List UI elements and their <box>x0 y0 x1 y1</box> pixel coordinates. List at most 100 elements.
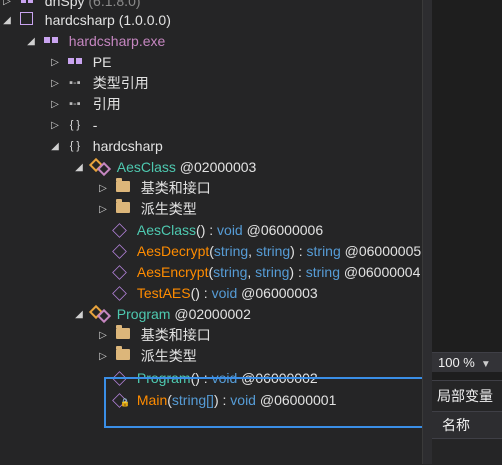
module-icon <box>42 33 60 49</box>
tree-item-label: 引用 <box>92 95 121 112</box>
expanded-arrow-icon[interactable]: ◢ <box>0 10 14 31</box>
collapsed-arrow-icon[interactable]: ▷ <box>48 52 62 73</box>
tree-item-hardcsharp-assembly[interactable]: ◢ hardcsharp (1.0.0.0) <box>0 9 171 30</box>
tree-item-label: 派生类型 <box>140 200 197 217</box>
tree-item-method-program-ctor[interactable]: Program() : void @06000002 <box>110 367 318 388</box>
tree-item-version: (1.0.0.0) <box>114 11 171 28</box>
method-return: void <box>217 221 243 238</box>
collapsed-arrow-icon[interactable]: ▷ <box>48 115 62 136</box>
tree-item-namespace-empty[interactable]: ▷ { } - <box>48 114 97 135</box>
method-return: void <box>211 369 238 386</box>
method-return: void <box>211 284 238 301</box>
collapsed-arrow-icon[interactable]: ▷ <box>96 346 110 367</box>
method-token: @06000004 <box>339 263 421 280</box>
collapsed-arrow-icon[interactable]: ▷ <box>48 73 62 94</box>
expanded-arrow-icon[interactable]: ◢ <box>72 157 86 178</box>
private-method-icon: 🔒 <box>110 392 130 409</box>
tree-item-label: 派生类型 <box>140 347 197 364</box>
method-signature: () <box>190 369 200 386</box>
method-name: Program <box>136 369 191 386</box>
method-name: AesClass <box>136 221 197 238</box>
method-token: @06000003 <box>237 284 318 301</box>
tree-item-label: hardcsharp <box>44 11 115 28</box>
method-icon <box>110 222 128 239</box>
locals-panel: 局部变量 名称 <box>432 380 502 465</box>
folder-icon <box>114 325 132 343</box>
method-return: string <box>305 263 340 280</box>
method-token: @06000001 <box>255 391 337 408</box>
tree-item-base-types[interactable]: ▷ 基类和接口 <box>96 324 211 345</box>
class-icon <box>90 306 108 322</box>
tree-item-label: 基类和接口 <box>140 179 211 196</box>
method-separator: : <box>294 263 306 280</box>
method-separator: : <box>205 221 218 238</box>
method-token: @06000002 <box>237 369 318 386</box>
tree-item-type-references[interactable]: ▷ ▪-▪ 类型引用 <box>48 72 149 93</box>
zoom-dropdown[interactable]: 100 % ▼ <box>432 352 502 372</box>
class-name: AesClass <box>116 158 176 175</box>
tree-item-label: 类型引用 <box>92 74 149 91</box>
pe-icon <box>66 54 84 70</box>
tree-item-derived-types[interactable]: ▷ 派生类型 <box>96 198 197 219</box>
braces-icon: { } <box>69 119 81 132</box>
tree-item-method-main[interactable]: 🔒 Main(string[]) : void @06000001 <box>110 389 336 410</box>
expanded-arrow-icon[interactable]: ◢ <box>48 136 62 157</box>
expanded-arrow-icon[interactable]: ◢ <box>72 304 86 325</box>
param-type: string[] <box>171 391 214 408</box>
method-signature: () <box>190 284 200 301</box>
tree-item-label: hardcsharp.exe <box>68 32 166 49</box>
assembly-icon <box>18 0 36 9</box>
class-name: Program <box>116 305 171 322</box>
method-signature: () <box>196 221 206 238</box>
collapsed-arrow-icon[interactable]: ▷ <box>48 94 62 115</box>
tree-item-label: - <box>92 116 98 133</box>
locals-name-column-header[interactable]: 名称 <box>432 411 502 439</box>
method-name: Main <box>136 391 168 408</box>
folder-icon <box>114 178 132 196</box>
tree-item-label: dnSpy <box>44 0 85 9</box>
tree-item-method-aesdecrypt[interactable]: AesDecrypt(string, string) : string @060… <box>110 240 421 261</box>
folder-icon <box>114 346 132 364</box>
assembly-explorer-tree[interactable]: ▷ dnSpy (6.1.8.0) ◢ hardcsharp (1.0.0.0)… <box>0 0 422 464</box>
class-token: @02000003 <box>175 158 257 175</box>
param-type: string <box>213 263 248 280</box>
tree-item-module[interactable]: ◢ hardcsharp.exe <box>24 30 165 51</box>
collapsed-arrow-icon[interactable]: ▷ <box>96 325 110 346</box>
tree-item-derived-types[interactable]: ▷ 派生类型 <box>96 345 197 366</box>
collapsed-arrow-icon[interactable]: ▷ <box>96 199 110 220</box>
tree-item-method-aesclass-ctor[interactable]: AesClass() : void @06000006 <box>110 219 323 240</box>
zoom-value: 100 % <box>438 355 475 370</box>
method-token: @06000006 <box>242 221 324 238</box>
param-type: string <box>255 263 290 280</box>
method-separator: : <box>199 369 212 386</box>
tree-item-label: hardcsharp <box>92 137 163 154</box>
tree-item-label: 基类和接口 <box>140 326 211 343</box>
tree-item-pe[interactable]: ▷ PE <box>48 51 111 72</box>
method-icon <box>110 370 128 387</box>
locals-panel-title[interactable]: 局部变量 <box>432 381 502 411</box>
method-icon <box>110 243 128 260</box>
tree-item-method-aesencrypt[interactable]: AesEncrypt(string, string) : string @060… <box>110 261 420 282</box>
class-icon <box>90 159 108 175</box>
tree-item-namespace-hardcsharp[interactable]: ◢ { } hardcsharp <box>48 135 163 156</box>
method-icon <box>110 264 128 281</box>
tree-item-method-testaes[interactable]: TestAES() : void @06000003 <box>110 282 318 303</box>
sig-comma: , <box>247 263 256 280</box>
lock-icon: 🔒 <box>120 398 130 408</box>
chevron-down-icon[interactable]: ▼ <box>481 359 491 370</box>
tree-item-label: PE <box>92 53 112 70</box>
tree-item-references[interactable]: ▷ ▪-▪ 引用 <box>48 93 121 114</box>
expanded-arrow-icon[interactable]: ◢ <box>24 31 38 52</box>
assembly-icon <box>18 12 36 28</box>
tree-item-base-types[interactable]: ▷ 基类和接口 <box>96 177 211 198</box>
method-separator: : <box>218 391 231 408</box>
collapsed-arrow-icon[interactable]: ▷ <box>96 178 110 199</box>
references-icon: ▪-▪ <box>69 98 81 111</box>
tree-item-class-program[interactable]: ◢ Program @02000002 <box>72 303 251 324</box>
method-return: void <box>230 391 256 408</box>
method-separator: : <box>294 242 307 259</box>
method-name: TestAES <box>136 284 191 301</box>
braces-icon: { } <box>69 140 81 153</box>
method-icon <box>110 285 128 302</box>
tree-item-class-aesclass[interactable]: ◢ AesClass @02000003 <box>72 156 256 177</box>
